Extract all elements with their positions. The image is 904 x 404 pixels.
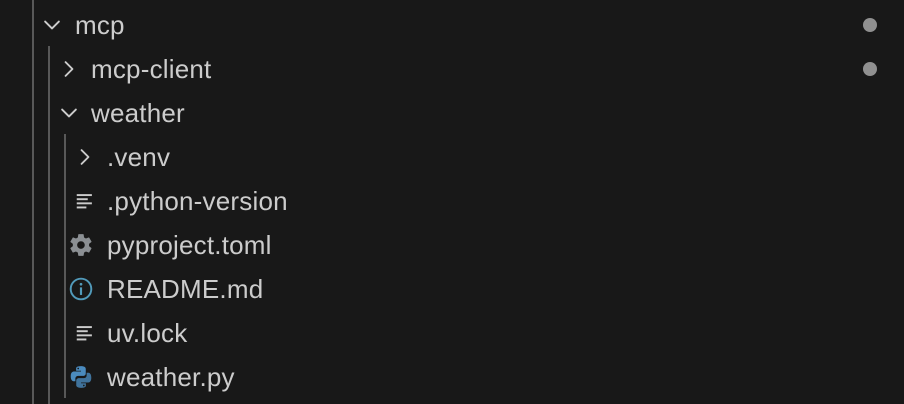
tree-item-label: mcp: [75, 10, 125, 40]
tree-item-weather[interactable]: weather: [0, 91, 904, 135]
tree-item-python-version[interactable]: .python-version: [0, 179, 904, 223]
gear-icon: [67, 223, 95, 267]
tree-item-label: weather.py: [107, 362, 235, 392]
tree-item-mcp-client[interactable]: mcp-client: [0, 47, 904, 91]
chevron-right-icon: [55, 47, 83, 91]
info-icon: [67, 267, 95, 311]
tree-item-uv-lock[interactable]: uv.lock: [0, 311, 904, 355]
lines-file-icon: [71, 179, 99, 223]
tree-item-label: README.md: [107, 274, 264, 304]
chevron-down-icon: [38, 3, 66, 47]
tree-item-label: weather: [91, 98, 185, 128]
tree-item-label: mcp-client: [91, 54, 212, 84]
tree-item-mcp[interactable]: mcp: [0, 3, 904, 47]
tree-item-label: uv.lock: [107, 318, 188, 348]
python-icon: [67, 355, 95, 399]
modified-dot: [863, 18, 877, 32]
chevron-down-icon: [55, 91, 83, 135]
tree-item-label: pyproject.toml: [107, 230, 272, 260]
tree-item-readme[interactable]: README.md: [0, 267, 904, 311]
tree-item-label: .venv: [107, 142, 171, 172]
modified-dot: [863, 62, 877, 76]
lines-file-icon: [71, 311, 99, 355]
tree-item-weather-py[interactable]: weather.py: [0, 355, 904, 399]
chevron-right-icon: [71, 135, 99, 179]
tree-item-label: .python-version: [107, 186, 288, 216]
tree-item-pyproject[interactable]: pyproject.toml: [0, 223, 904, 267]
tree-item-venv[interactable]: .venv: [0, 135, 904, 179]
file-explorer: mcp mcp-client weather .venv .python-ver…: [0, 0, 904, 404]
